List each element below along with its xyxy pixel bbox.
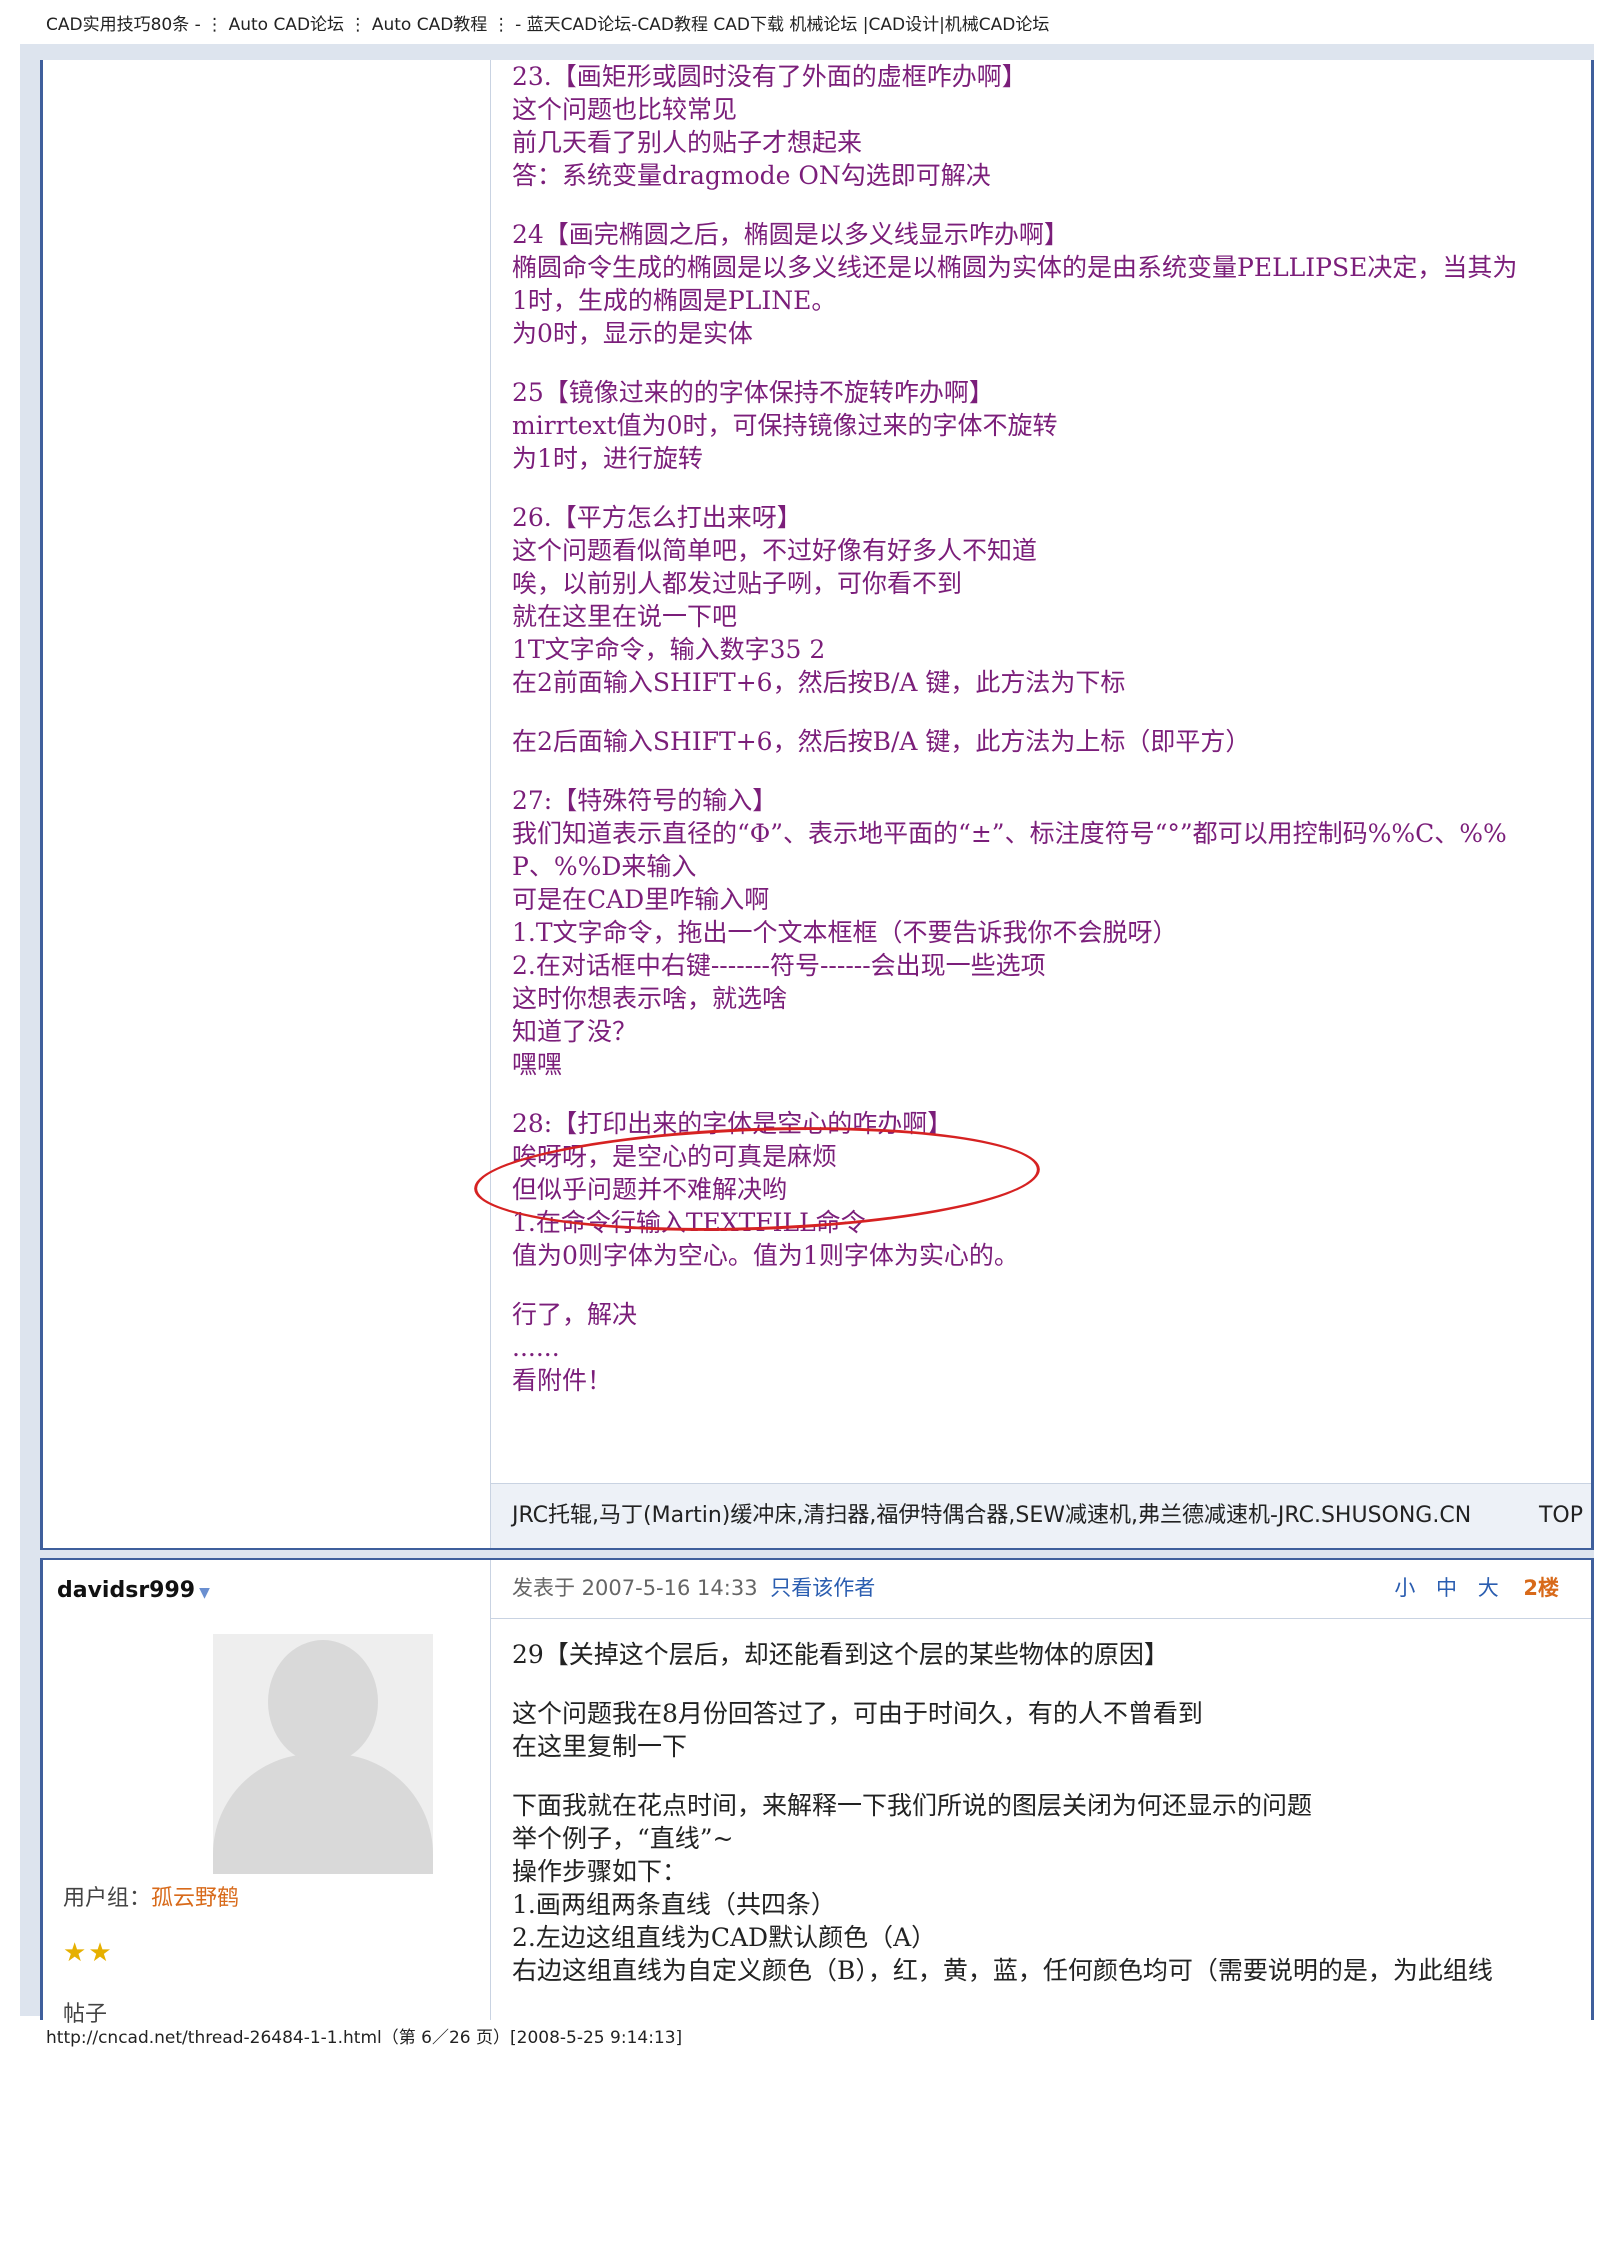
font-size-links: 小 中 大 2楼 (1380, 1572, 1559, 1602)
post-2: davidsr999 ▼ 用户组：孤云野鹤 ★★ 帖子 发表于 2007-5-16… (40, 1558, 1594, 2027)
text-line: 知道了没？ (512, 1017, 638, 1046)
text-line: 为0时，显示的是实体 (512, 319, 753, 348)
author-only-link[interactable]: 只看该作者 (770, 1576, 875, 1600)
chevron-down-icon[interactable]: ▼ (199, 1585, 210, 1601)
author-username-text: davidsr999 (57, 1578, 196, 1603)
text-line: 这个问题也比较常见 (512, 95, 738, 124)
print-footer: http://cncad.net/thread-26484-1-1.html（第… (46, 2028, 683, 2048)
usergroup: 用户组：孤云野鹤 (63, 1880, 239, 1912)
text-line: 为1时，进行旋转 (512, 444, 703, 473)
post-1-author-column (43, 60, 491, 1548)
font-large-link[interactable]: 大 (1478, 1576, 1499, 1600)
text-line: 操作步骤如下： (512, 1857, 688, 1886)
text-line: 在2前面输入SHIFT+6，然后按B/A 键，此方法为下标 (512, 668, 1126, 697)
avatar-head-shape (268, 1640, 378, 1764)
floor-number: 2楼 (1523, 1576, 1559, 1600)
text-line: 1.画两组两条直线（共四条） (512, 1890, 836, 1919)
paragraph: 24【画完椭圆之后，椭圆是以多义线显示咋办啊】椭圆命令生成的椭圆是以多义线还是以… (512, 218, 1598, 350)
paragraph: 下面我就在花点时间，来解释一下我们所说的图层关闭为何还显示的问题 举个例子，“直线… (512, 1789, 1592, 1987)
text-line: 1时，生成的椭圆是PLINE。 (512, 286, 837, 315)
post-meta: 发表于 2007-5-16 14:33 只看该作者 (512, 1572, 875, 1602)
avatar (213, 1634, 433, 1874)
print-header: CAD实用技巧80条 - ⋮ Auto CAD论坛 ⋮ Auto CAD教程 ⋮… (46, 15, 1050, 35)
paragraph: 27:【特殊符号的输入】 我们知道表示直径的“Φ”、表示地平面的“±”、标注度符… (512, 784, 1598, 1081)
usergroup-label: 用户组： (63, 1886, 152, 1911)
rank-stars: ★★ (63, 1938, 114, 1968)
paragraph: 25【镜像过来的的字体保持不旋转咋办啊】 mirrtext值为0时，可保持镜像过来… (512, 376, 1598, 475)
text-line: 26.【平方怎么打出来呀】 (512, 503, 802, 532)
font-small-link[interactable]: 小 (1394, 1576, 1415, 1600)
text-line: 2.在对话框中右键-------符号------会出现一些选项 (512, 951, 1046, 980)
paragraph: 在2后面输入SHIFT+6，然后按B/A 键，此方法为上标（即平方） (512, 725, 1598, 758)
text-line: 这个问题我在8月份回答过了，可由于时间久，有的人不曾看到 (512, 1699, 1203, 1728)
post-2-content: 29【关掉这个层后，却还能看到这个层的某些物体的原因】这个问题我在8月份回答过了… (512, 1638, 1592, 2013)
text-line: 24【画完椭圆之后，椭圆是以多义线显示咋办啊】 (512, 220, 1069, 249)
avatar-body-shape (213, 1754, 433, 1874)
text-line: 1T文字命令，输入数字35 2 (512, 635, 826, 664)
paragraph: 26.【平方怎么打出来呀】这个问题看似简单吧，不过好像有好多人不知道 唉，以前别人… (512, 501, 1598, 699)
text-line: mirrtext值为0时，可保持镜像过来的字体不旋转 (512, 411, 1058, 440)
text-line: 25【镜像过来的的字体保持不旋转咋办啊】 (512, 378, 994, 407)
text-line: 右边这组直线为自定义颜色（B），红，黄，蓝，任何颜色均可（需要说明的是，为此组线 (512, 1956, 1493, 1985)
paragraph: 29【关掉这个层后，却还能看到这个层的某些物体的原因】 (512, 1638, 1592, 1671)
text-line: 唉，以前别人都发过贴子咧，可你看不到 (512, 569, 963, 598)
text-line: 就在这里在说一下吧 (512, 602, 738, 631)
text-line: 1.在命令行输入TEXTFILL命令 (512, 1208, 866, 1237)
text-line: 前几天看了别人的贴子才想起来 (512, 128, 863, 157)
text-line: 答：系统变量dragmode ON勾选即可解决 (512, 161, 991, 190)
text-line: 29【关掉这个层后，却还能看到这个层的某些物体的原因】 (512, 1640, 1169, 1669)
paragraph: 23.【画矩形或圆时没有了外面的虚框咋办啊】 这个问题也比较常见前几天看了别人的贴… (512, 60, 1598, 192)
star-icon: ★ (88, 1938, 114, 1968)
text-line: 可是在CAD里咋输入啊 (512, 885, 770, 914)
posted-at: 发表于 2007-5-16 14:33 (512, 1576, 758, 1600)
text-line: 这个问题看似简单吧，不过好像有好多人不知道 (512, 536, 1038, 565)
meta-divider (491, 1618, 1591, 1619)
signature-text: JRC托辊,马丁(Martin)缓冲床,清扫器,福伊特偶合器,SEW减速机,弗兰… (512, 1503, 1472, 1528)
text-line: 嘿嘿 (512, 1050, 563, 1079)
text-line: 看附件！ (512, 1366, 613, 1395)
post-signature: JRC托辊,马丁(Martin)缓冲床,清扫器,福伊特偶合器,SEW减速机,弗兰… (491, 1483, 1591, 1548)
post-1: 23.【画矩形或圆时没有了外面的虚框咋办啊】 这个问题也比较常见前几天看了别人的贴… (40, 60, 1594, 1550)
text-line: 2.左边这组直线为CAD默认颜色（A） (512, 1923, 937, 1952)
paragraph: 行了，解决...... 看附件！ (512, 1298, 1598, 1397)
paragraph: 28:【打印出来的字体是空心的咋办啊】 唉呀呀，是空心的可真是麻烦 但似乎问题并不难… (512, 1107, 1598, 1272)
top-link[interactable]: TOP (1539, 1484, 1583, 1548)
text-line: 28:【打印出来的字体是空心的咋办啊】 (512, 1109, 953, 1138)
text-line: 23.【画矩形或圆时没有了外面的虚框咋办啊】 (512, 62, 1027, 91)
text-line: 在2后面输入SHIFT+6，然后按B/A 键，此方法为上标（即平方） (512, 727, 1251, 756)
text-line: 举个例子，“直线”~ (512, 1824, 734, 1853)
text-line: 椭圆命令生成的椭圆是以多义线还是以椭圆为实体的是由系统变量PELLIPSE决定，… (512, 253, 1518, 282)
text-line: 下面我就在花点时间，来解释一下我们所说的图层关闭为何还显示的问题 (512, 1791, 1313, 1820)
text-line: 但似乎问题并不难解决哟 (512, 1175, 788, 1204)
post-2-author-column: davidsr999 ▼ 用户组：孤云野鹤 ★★ 帖子 (43, 1560, 491, 2027)
text-line: 行了，解决 (512, 1300, 638, 1329)
usergroup-value[interactable]: 孤云野鹤 (151, 1886, 239, 1911)
text-line: 值为0则字体为空心。值为1则字体为实心的。 (512, 1241, 1019, 1270)
text-line: ...... (512, 1333, 560, 1362)
text-line: 我们知道表示直径的“Φ”、表示地平面的“±”、标注度符号“°”都可以用控制码%%… (512, 819, 1507, 848)
text-line: 这时你想表示啥，就选啥 (512, 984, 788, 1013)
text-line: 27:【特殊符号的输入】 (512, 786, 778, 815)
page-frame: 23.【画矩形或圆时没有了外面的虚框咋办啊】 这个问题也比较常见前几天看了别人的贴… (20, 44, 1594, 2027)
post-1-content: 23.【画矩形或圆时没有了外面的虚框咋办啊】 这个问题也比较常见前几天看了别人的贴… (512, 60, 1598, 1423)
paragraph: 这个问题我在8月份回答过了，可由于时间久，有的人不曾看到 在这里复制一下 (512, 1697, 1592, 1763)
text-line: 1.T文字命令，拖出一个文本框框（不要告诉我你不会脱呀） (512, 918, 1178, 947)
text-line: 在这里复制一下 (512, 1732, 688, 1761)
font-medium-link[interactable]: 中 (1436, 1576, 1457, 1600)
text-line: 唉呀呀，是空心的可真是麻烦 (512, 1142, 838, 1171)
star-icon: ★ (63, 1938, 89, 1968)
text-line: P、%%D来输入 (512, 852, 697, 881)
author-username[interactable]: davidsr999 ▼ (57, 1578, 210, 1603)
